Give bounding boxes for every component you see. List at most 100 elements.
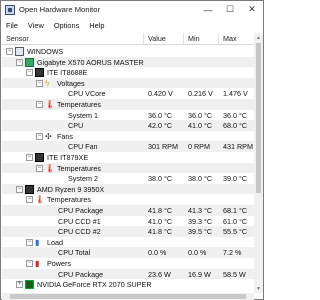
scroll-down-icon[interactable]: ▼: [254, 284, 263, 293]
voltage-icon: ϟ: [45, 78, 50, 88]
sensor-name: CPU CCD #2: [58, 227, 101, 237]
tree-row-label: Fans: [57, 131, 73, 141]
vertical-scrollbar[interactable]: ▲ ▼: [254, 33, 263, 293]
menu-view[interactable]: View: [23, 21, 49, 30]
sensor-value: 41.8 °C: [148, 206, 173, 215]
tree-row-label: Temperatures: [57, 100, 101, 109]
column-divider[interactable]: [143, 33, 144, 44]
sensor-min: 39.3 °C: [188, 216, 213, 226]
collapse-toggle[interactable]: −: [36, 132, 43, 140]
tree-row-label: AMD Ryzen 9 3950X: [37, 184, 105, 194]
title-bar[interactable]: Open Hardware Monitor — ☐ ✕: [1, 1, 263, 18]
sensor-tree[interactable]: − WINDOWS − Gigabyte X570 AORUS MASTER −…: [2, 46, 254, 294]
tree-row[interactable]: − Gigabyte X570 AORUS MASTER: [2, 56, 254, 68]
chip-icon: [35, 153, 44, 162]
collapse-toggle[interactable]: −: [26, 238, 33, 246]
tree-row[interactable]: + NVIDIA GeForce RTX 2070 SUPER: [2, 279, 254, 290]
sensor-value: 42.0 °C: [148, 121, 173, 131]
tree-row[interactable]: − ▮ Load: [2, 237, 254, 248]
sensor-min: 41.3 °C: [188, 206, 213, 215]
expand-toggle[interactable]: +: [16, 281, 23, 289]
tree-row-label: Voltages: [57, 78, 85, 88]
sensor-value: 0.420 V: [148, 89, 173, 99]
sensor-row[interactable]: CPU CCD #1 41.0 °C 39.3 °C 61.0 °C: [2, 216, 254, 227]
tree-row[interactable]: − 🌡 Temperatures: [2, 162, 254, 174]
minimize-button[interactable]: —: [197, 1, 219, 18]
column-divider[interactable]: [183, 33, 184, 44]
tree-row[interactable]: − 🌡 Temperatures: [2, 194, 254, 205]
sensor-row[interactable]: CPU CCD #2 41.8 °C 39.5 °C 55.5 °C: [2, 226, 254, 237]
collapse-toggle[interactable]: −: [36, 101, 43, 108]
sensor-row[interactable]: CPU Fan 301 RPM 0 RPM 431 RPM: [2, 141, 254, 152]
window-controls: — ☐ ✕: [197, 1, 263, 18]
sensor-max: 36.0 °C: [223, 110, 248, 120]
power-icon: ▮: [35, 259, 40, 268]
collapse-toggle[interactable]: −: [16, 185, 23, 193]
tree-row[interactable]: − AMD Ryzen 9 3950X: [2, 183, 254, 195]
scroll-up-icon[interactable]: ▲: [254, 33, 263, 42]
sensor-row[interactable]: System 1 36.0 °C 36.0 °C 36.0 °C: [2, 110, 254, 121]
collapse-toggle[interactable]: −: [36, 79, 43, 87]
sensor-value: 41.0 °C: [148, 216, 173, 226]
column-value[interactable]: Value: [148, 34, 166, 43]
sensor-row[interactable]: System 2 38.0 °C 38.0 °C 39.0 °C: [2, 173, 254, 184]
tree-row[interactable]: − ITE IT879XE: [2, 152, 254, 163]
sensor-value: 23.6 W: [148, 269, 171, 279]
sensor-name: CPU CCD #1: [58, 216, 101, 226]
sensor-row[interactable]: CPU Total 0.0 % 0.0 % 7.2 %: [2, 247, 254, 258]
collapse-toggle[interactable]: −: [26, 154, 33, 161]
sensor-min: 0.216 V: [188, 89, 213, 99]
sensor-value: 0.0 %: [148, 248, 167, 258]
sensor-name: CPU: [68, 121, 84, 131]
column-divider[interactable]: [218, 33, 219, 44]
tree-row[interactable]: − 🌡 Temperatures: [2, 99, 254, 110]
thermometer-icon: 🌡: [45, 100, 56, 109]
sensor-max: 1.476 V: [223, 89, 248, 99]
sensor-value: 36.0 °C: [148, 110, 173, 120]
sensor-row[interactable]: CPU VCore 0.420 V 0.216 V 1.476 V: [2, 88, 254, 99]
menu-file[interactable]: File: [1, 21, 23, 30]
tree-row[interactable]: − WINDOWS: [2, 46, 254, 57]
tree-row[interactable]: − ϟ Voltages: [2, 77, 254, 89]
scroll-thumb[interactable]: [256, 43, 261, 193]
sensor-name: CPU Package: [58, 206, 104, 215]
sensor-max: 431 RPM: [223, 142, 253, 152]
collapse-toggle[interactable]: −: [6, 48, 13, 55]
collapse-toggle[interactable]: −: [26, 69, 33, 77]
sensor-max: 7.2 %: [223, 248, 242, 258]
sensor-min: 0 RPM: [188, 142, 210, 152]
sensor-value: 301 RPM: [148, 142, 178, 152]
sensor-row[interactable]: CPU 42.0 °C 41.0 °C 68.0 °C: [2, 120, 254, 131]
sensor-name: CPU Package: [58, 269, 104, 279]
collapse-toggle[interactable]: −: [36, 164, 43, 172]
menu-help[interactable]: Help: [84, 21, 109, 30]
column-header: Sensor Value Min Max: [2, 33, 254, 45]
sensor-min: 0.0 %: [188, 248, 207, 258]
sensor-min: 39.5 °C: [188, 227, 213, 237]
tree-row[interactable]: − ▮ Powers: [2, 258, 254, 269]
tree-row-label: WINDOWS: [27, 47, 64, 56]
collapse-toggle[interactable]: −: [16, 58, 23, 66]
sensor-value: 41.8 °C: [148, 227, 173, 237]
sensor-max: 61.0 °C: [223, 216, 248, 226]
collapse-toggle[interactable]: −: [26, 260, 33, 267]
maximize-button[interactable]: ☐: [219, 1, 241, 18]
scroll-thumb[interactable]: [10, 294, 246, 299]
tree-row[interactable]: − ITE IT8688E: [2, 67, 254, 78]
column-sensor[interactable]: Sensor: [6, 34, 29, 43]
column-max[interactable]: Max: [223, 34, 237, 43]
sensor-name: CPU Fan: [68, 142, 98, 152]
tree-row[interactable]: − ✣ Fans: [2, 131, 254, 142]
gpu-icon: [25, 280, 34, 290]
horizontal-scrollbar[interactable]: [2, 293, 254, 300]
sensor-name: System 2: [68, 174, 98, 184]
sensor-max: 58.5 W: [223, 269, 246, 279]
menu-options[interactable]: Options: [49, 21, 84, 30]
column-min[interactable]: Min: [188, 34, 200, 43]
sensor-row[interactable]: CPU Package 41.8 °C 41.3 °C 68.1 °C: [2, 205, 254, 216]
close-button[interactable]: ✕: [241, 1, 263, 18]
tree-row-label: Gigabyte X570 AORUS MASTER: [37, 57, 144, 67]
collapse-toggle[interactable]: −: [26, 196, 33, 204]
chip-icon: [35, 68, 44, 78]
sensor-row[interactable]: CPU Package 23.6 W 16.9 W 58.5 W: [2, 268, 254, 280]
